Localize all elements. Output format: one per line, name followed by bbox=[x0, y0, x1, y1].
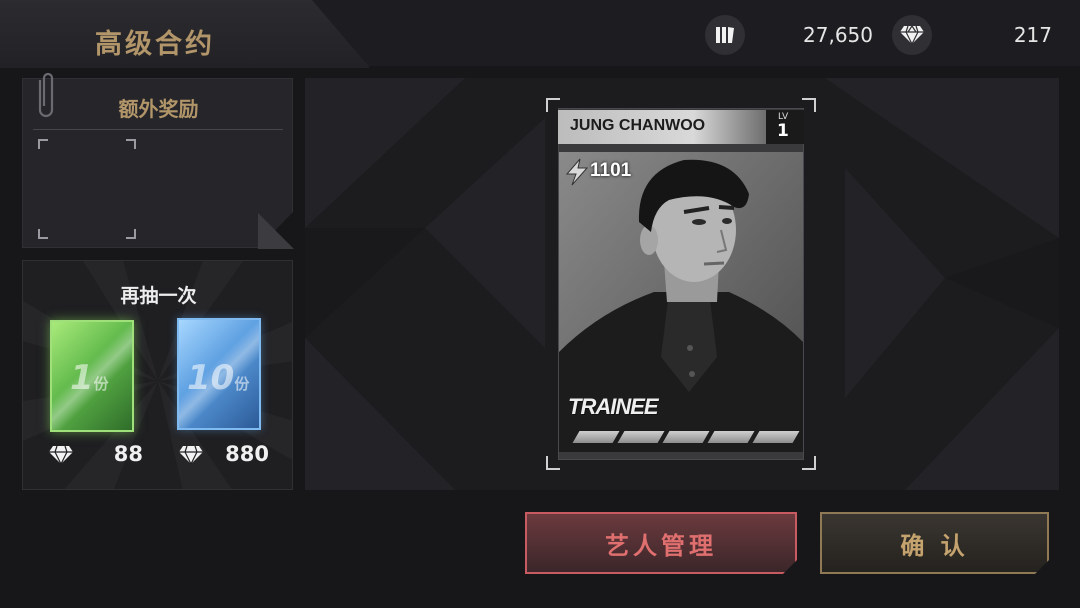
confirm-button[interactable]: 确 认 bbox=[820, 512, 1049, 574]
paperclip-icon bbox=[36, 70, 56, 126]
star-slot bbox=[752, 431, 800, 443]
star-slot bbox=[617, 431, 665, 443]
star-slot bbox=[572, 431, 620, 443]
diamond-count: 217 bbox=[1013, 23, 1052, 47]
pack-amount: 1 bbox=[70, 358, 94, 398]
divider bbox=[33, 129, 283, 130]
bonus-reward-slot bbox=[38, 139, 136, 239]
pack-unit: 份 bbox=[234, 375, 250, 393]
redraw-title: 再抽一次 bbox=[120, 285, 197, 307]
bonus-title: 额外奖励 bbox=[118, 97, 199, 121]
star-slot bbox=[662, 431, 710, 443]
card-artist-name: JUNG CHANWOO bbox=[570, 117, 706, 134]
page-title: 高级合约 bbox=[95, 29, 215, 60]
card-power: 1101 bbox=[590, 160, 632, 181]
cards-icon[interactable] bbox=[705, 15, 745, 55]
draw-10-pack[interactable]: 10份 bbox=[177, 318, 261, 430]
page-fold bbox=[258, 213, 294, 249]
pack-amount: 10 bbox=[187, 358, 235, 398]
lightning-icon bbox=[564, 158, 590, 190]
redraw-panel: 再抽一次 1份 88 10份 880 bbox=[22, 260, 293, 490]
card-rank-logo: TRAINEE bbox=[568, 394, 659, 419]
card-corner bbox=[802, 456, 816, 470]
bonus-panel: 额外奖励 bbox=[22, 78, 293, 248]
card-level: 1 bbox=[777, 121, 789, 141]
draw-10-price: 880 bbox=[225, 442, 269, 466]
diamond-icon[interactable] bbox=[892, 15, 932, 55]
diamond-icon bbox=[47, 445, 75, 469]
diamond-icon bbox=[177, 445, 205, 469]
card-count: 27,650 bbox=[803, 23, 873, 47]
artist-management-button[interactable]: 艺人管理 bbox=[525, 512, 797, 574]
card-corner bbox=[802, 98, 816, 112]
draw-1-price: 88 bbox=[113, 442, 143, 466]
pack-unit: 份 bbox=[93, 375, 109, 393]
artist-card[interactable]: JUNG CHANWOO LV 1 1101 TRAINEE bbox=[546, 98, 816, 470]
star-slot bbox=[707, 431, 755, 443]
draw-1-pack[interactable]: 1份 bbox=[50, 320, 134, 432]
